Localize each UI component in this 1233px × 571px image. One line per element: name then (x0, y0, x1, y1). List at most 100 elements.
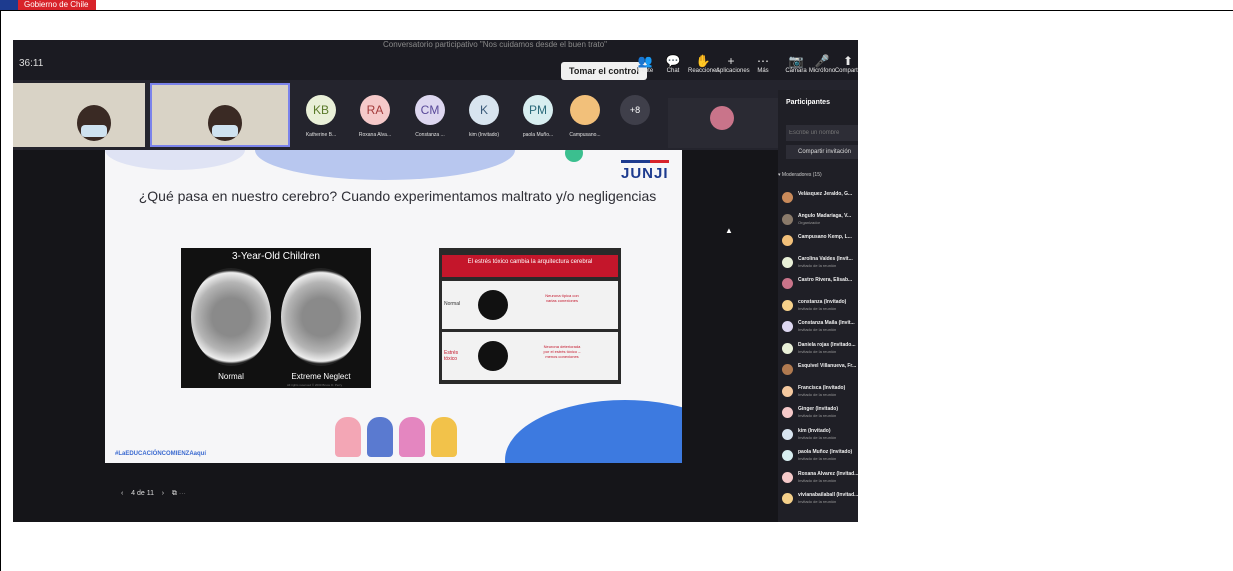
moderators-section-header[interactable]: ▾ Moderadores (15) (778, 172, 822, 178)
presentation-slide: JUNJI ¿Qué pasa en nuestro cerebro? Cuan… (105, 150, 682, 463)
kid-figure (431, 417, 457, 457)
slide-page-indicator: 4 de 11 (131, 490, 154, 497)
shared-content-area: JUNJI ¿Qué pasa en nuestro cerebro? Cuan… (13, 150, 778, 522)
ct-label-normal: Normal (218, 372, 244, 381)
participant-list-item[interactable]: Carolina Valdes (Invit... Invitado de la … (782, 255, 858, 271)
stress-label-normal: Normal (444, 301, 461, 307)
meeting-timer: 36:11 (19, 58, 44, 69)
kid-figure (335, 417, 361, 457)
slide-navigation: ‹ 4 de 11 › ⧉ ⋯ (121, 490, 186, 498)
participant-list-item[interactable]: vivianabailaball (Invitad... Invitado de … (782, 491, 858, 507)
participant-avatar[interactable]: RA (360, 95, 390, 125)
reactions-icon: ✋ (695, 54, 711, 68)
meeting-top-bar: Conversatorio participativo "Nos cuidamo… (13, 40, 858, 80)
face-mask (212, 125, 238, 137)
toolbar-label: Gente (636, 68, 654, 74)
chat-button[interactable]: 💬 Chat (658, 54, 688, 74)
participant-list-item[interactable]: kim (Invitado) Invitado de la reunión (782, 427, 858, 443)
participant-avatar (782, 385, 793, 397)
participant-role: Invitado de la reunión (798, 456, 837, 461)
share-button[interactable]: ⬆Compartir (833, 54, 858, 74)
ct-footnote: All rights reserved © 2000 Bruce D. Perr… (287, 383, 343, 387)
gov-brand-bar: Gobierno de Chile (0, 0, 97, 10)
toolbar-label: Más (757, 68, 769, 74)
participant-list-item[interactable]: Ginger (Invitado) Invitado de la reunión (782, 405, 858, 421)
slide-options-icon[interactable]: ⧉ ⋯ (172, 490, 186, 497)
participant-name: Castro Rivera, Elisab... (798, 277, 853, 283)
decor-blob (255, 150, 515, 180)
ct-scan-image: 3-Year-Old Children Normal Extreme Negle… (181, 248, 371, 388)
participant-role: Organizador (798, 219, 821, 225)
participant-name: Carolina Valdes (Invit... (798, 255, 853, 262)
slide-title: ¿Qué pasa en nuestro cerebro? Cuando exp… (138, 188, 657, 204)
participant-list-item[interactable]: Angulo Madariaga, V... Organizador (782, 212, 858, 228)
decor-blob (105, 150, 245, 170)
junji-logo-bar (621, 160, 669, 163)
reactions-button[interactable]: ✋ Reacciones (688, 54, 720, 74)
participant-avatar[interactable]: PM (523, 95, 553, 125)
participant-name: Roxana Alvarez (Invitad... (798, 470, 858, 477)
stress-row-toxic: Estrés tóxico Neurona deteriorada por el… (442, 332, 618, 380)
participant-avatar (782, 278, 793, 289)
participant-avatar (782, 450, 793, 461)
brand-label: Gobierno de Chile (18, 0, 97, 10)
share-invite-button[interactable]: Compartir invitación (786, 145, 858, 159)
participant-role: Invitado de la reunión (798, 477, 837, 483)
kids-illustration (335, 417, 465, 461)
participant-avatar (782, 213, 793, 225)
participant-role: Invitado de la reunión (798, 391, 837, 397)
participant-avatar (782, 428, 793, 440)
participant-name: paola Muño... (522, 132, 554, 138)
participant-name: constanza (Invitado) (798, 298, 847, 305)
participant-list-item[interactable]: paola Muñoz (Invitado) Invitado de la reu… (782, 448, 858, 464)
participant-role: Invitado de la reunión (798, 262, 837, 268)
people-button[interactable]: 👥 Gente (630, 54, 660, 74)
meeting-title: Conversatorio participativo "Nos cuidamo… (383, 40, 608, 49)
stress-note-normal: Neurona típica con varias conexiones (545, 293, 579, 303)
share-icon: ⬆ (842, 54, 854, 68)
participant-name: Constanza ... (415, 132, 445, 138)
participant-name: Velásquez Jeraldo, G... (798, 191, 853, 197)
participant-list-item[interactable]: Francisca (Invitado) Invitado de la reuni… (782, 384, 858, 400)
participant-list-item[interactable]: Daniela rojas (Invitado... Invitado de la… (782, 341, 858, 357)
toolbar-label: Reacciones (688, 68, 720, 74)
participant-name: Ginger (Invitado) (798, 406, 838, 412)
video-tile-participant-1[interactable] (13, 83, 145, 147)
participant-search-input[interactable] (786, 125, 858, 141)
participant-avatar[interactable]: K (469, 95, 499, 125)
participant-list-item[interactable]: Constanza Maila (Invit... Invitado de la … (782, 319, 858, 335)
mouse-cursor-icon: ▲ (725, 226, 733, 235)
participant-list-item[interactable]: Castro Rivera, Elisab... (782, 276, 858, 292)
chat-icon: 💬 (665, 54, 681, 68)
more-button[interactable]: ⋯ Más (748, 54, 778, 74)
participant-list-item[interactable]: Campusano Kemp, L... (782, 233, 858, 249)
participant-list-item[interactable]: Roxana Alvarez (Invitad... Invitado de la… (782, 470, 858, 486)
participant-avatar[interactable]: KB (306, 95, 336, 125)
participant-list-item[interactable]: Velásquez Jeraldo, G... (782, 190, 858, 206)
more-participants-button[interactable]: +8 (620, 95, 650, 125)
self-avatar (710, 106, 734, 130)
moderators-section-label: Moderadores (15) (781, 172, 822, 178)
apps-button[interactable]: + Aplicaciones (716, 54, 750, 74)
participant-name: Francisca (Invitado) (798, 384, 846, 391)
participant-avatar[interactable]: CM (415, 95, 445, 125)
toolbar-label: Compartir (834, 68, 858, 74)
participants-panel: Participantes Compartir invitación ▾ Mod… (778, 90, 858, 522)
prev-slide-button[interactable]: ‹ (121, 490, 123, 497)
next-slide-button[interactable]: › (162, 490, 164, 497)
ct-title: 3-Year-Old Children (231, 251, 320, 262)
toolbar-label: Chat (666, 68, 680, 74)
participant-list-item[interactable]: Esquivel Villanueva, Fr... (782, 362, 858, 378)
participant-role: Invitado de la reunión (798, 413, 837, 418)
participant-name: kim (Invitado) (468, 132, 499, 138)
neuron-toxic (478, 341, 508, 371)
participant-list-item[interactable]: constanza (Invitado) Invitado de la reuni… (782, 298, 858, 314)
frame-top-border (0, 10, 1233, 11)
apps-icon: + (727, 54, 735, 68)
video-tile-active-speaker[interactable] (150, 83, 290, 147)
participant-name: Daniela rojas (Invitado... (798, 341, 856, 348)
participant-avatar[interactable] (570, 95, 600, 125)
participant-name: Campusano... (569, 132, 601, 138)
self-video-tile[interactable] (668, 98, 778, 148)
participant-role: Invitado de la reunión (798, 434, 837, 440)
